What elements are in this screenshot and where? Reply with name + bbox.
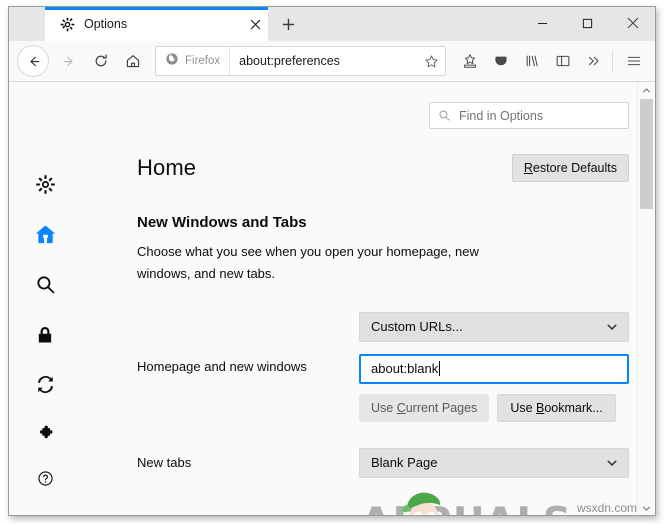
scrollbar-track[interactable] xyxy=(638,99,655,500)
lock-icon xyxy=(35,325,55,350)
sidebar-item-general[interactable] xyxy=(9,162,81,212)
field-control-new-tabs: Blank Page xyxy=(359,447,629,478)
homepage-url-input[interactable]: about:blank xyxy=(359,353,629,384)
tab-title: Options xyxy=(84,17,128,31)
home-icon xyxy=(34,223,57,251)
sidebar-item-privacy[interactable] xyxy=(9,312,81,362)
find-row: Find in Options xyxy=(81,82,629,129)
search-placeholder: Find in Options xyxy=(459,108,544,123)
text-caret xyxy=(439,361,441,377)
minimize-button[interactable] xyxy=(520,7,565,39)
toolbar-separator xyxy=(612,50,613,72)
gear-icon xyxy=(59,16,75,32)
page-title: Home xyxy=(137,155,197,180)
new-tab-button[interactable] xyxy=(268,7,308,41)
pocket-icon[interactable] xyxy=(485,46,516,76)
search-input[interactable]: Find in Options xyxy=(429,102,629,129)
preferences-content: Find in Options Home Restore Defaults Ne… xyxy=(81,82,655,515)
sidebar-item-extensions[interactable] xyxy=(9,412,81,458)
site-identity[interactable]: Firefox xyxy=(156,47,231,75)
tab-options[interactable]: Options xyxy=(45,7,268,41)
forward-arrow-icon xyxy=(53,46,85,76)
preferences-sidebar xyxy=(9,82,81,515)
sidebar-item-search[interactable] xyxy=(9,262,81,312)
chevron-down-icon xyxy=(606,321,618,333)
preferences-page: Find in Options Home Restore Defaults Ne… xyxy=(9,82,655,515)
vertical-scrollbar[interactable] xyxy=(637,82,655,515)
scroll-down-arrow-icon[interactable] xyxy=(638,500,655,515)
gear-icon xyxy=(35,174,56,200)
field-new-tabs: New tabs Blank Page xyxy=(137,447,629,478)
chevron-down-icon xyxy=(606,457,618,469)
restore-defaults-button[interactable]: Restore Defaults xyxy=(511,154,629,182)
back-arrow-icon[interactable] xyxy=(17,45,49,77)
firefox-logo-icon xyxy=(165,52,179,71)
menu-icon[interactable] xyxy=(618,46,649,76)
home-icon[interactable] xyxy=(117,46,149,76)
new-tabs-select-value: Blank Page xyxy=(371,455,438,471)
use-current-pages-button[interactable]: Use Current Pages xyxy=(359,393,490,422)
sync-icon xyxy=(35,374,56,400)
star-icon[interactable] xyxy=(417,47,445,75)
url-text[interactable]: about:preferences xyxy=(230,54,417,68)
sidebar-item-help[interactable] xyxy=(9,458,81,504)
homepage-buttons: Use Current Pages Use Bookmark... xyxy=(359,393,629,422)
field-label-homepage: Homepage and new windows xyxy=(137,359,307,375)
close-button[interactable] xyxy=(610,7,655,39)
field-label-new-tabs: New tabs xyxy=(137,455,192,471)
scroll-up-arrow-icon[interactable] xyxy=(638,82,655,99)
homepage-url-value: about:blank xyxy=(371,361,439,377)
site-watermark: wsxdn.com xyxy=(576,501,637,515)
sidebar-item-home[interactable] xyxy=(9,212,81,262)
question-icon xyxy=(37,470,54,492)
save-to-pocket-icon[interactable] xyxy=(454,46,485,76)
homepage-select-value: Custom URLs... xyxy=(371,319,463,335)
tab-strip: Options xyxy=(9,7,655,41)
new-tabs-select[interactable]: Blank Page xyxy=(359,447,629,478)
search-icon xyxy=(438,109,451,122)
reload-icon[interactable] xyxy=(85,46,117,76)
overflow-icon[interactable] xyxy=(578,46,609,76)
maximize-button[interactable] xyxy=(565,7,610,39)
sidebar-item-sync[interactable] xyxy=(9,362,81,412)
puzzle-icon xyxy=(36,424,54,447)
tab-strip-spacer xyxy=(308,7,520,41)
tab-close-icon[interactable] xyxy=(242,10,268,38)
use-bookmark-button[interactable]: Use Bookmark... xyxy=(497,393,616,422)
sidebar-icon[interactable] xyxy=(547,46,578,76)
scrollbar-thumb[interactable] xyxy=(640,99,653,209)
section-title: New Windows and Tabs xyxy=(137,214,307,231)
identity-label: Firefox xyxy=(185,55,221,67)
search-icon xyxy=(35,274,56,300)
browser-window: Options Firefox about:preferences Find i… xyxy=(8,6,656,516)
page-header: Home Restore Defaults xyxy=(81,154,629,182)
field-homepage-and-new-windows: Homepage and new windows Custom URLs... … xyxy=(137,311,629,422)
library-icon[interactable] xyxy=(516,46,547,76)
homepage-select[interactable]: Custom URLs... xyxy=(359,311,629,342)
section-description: Choose what you see when you open your h… xyxy=(137,244,479,282)
navigation-toolbar: Firefox about:preferences xyxy=(9,41,655,82)
tab-strip-gutter xyxy=(9,7,45,41)
window-controls xyxy=(520,7,655,39)
url-bar[interactable]: Firefox about:preferences xyxy=(155,46,446,76)
field-control-homepage: Custom URLs... about:blank Use Current P… xyxy=(359,311,629,422)
